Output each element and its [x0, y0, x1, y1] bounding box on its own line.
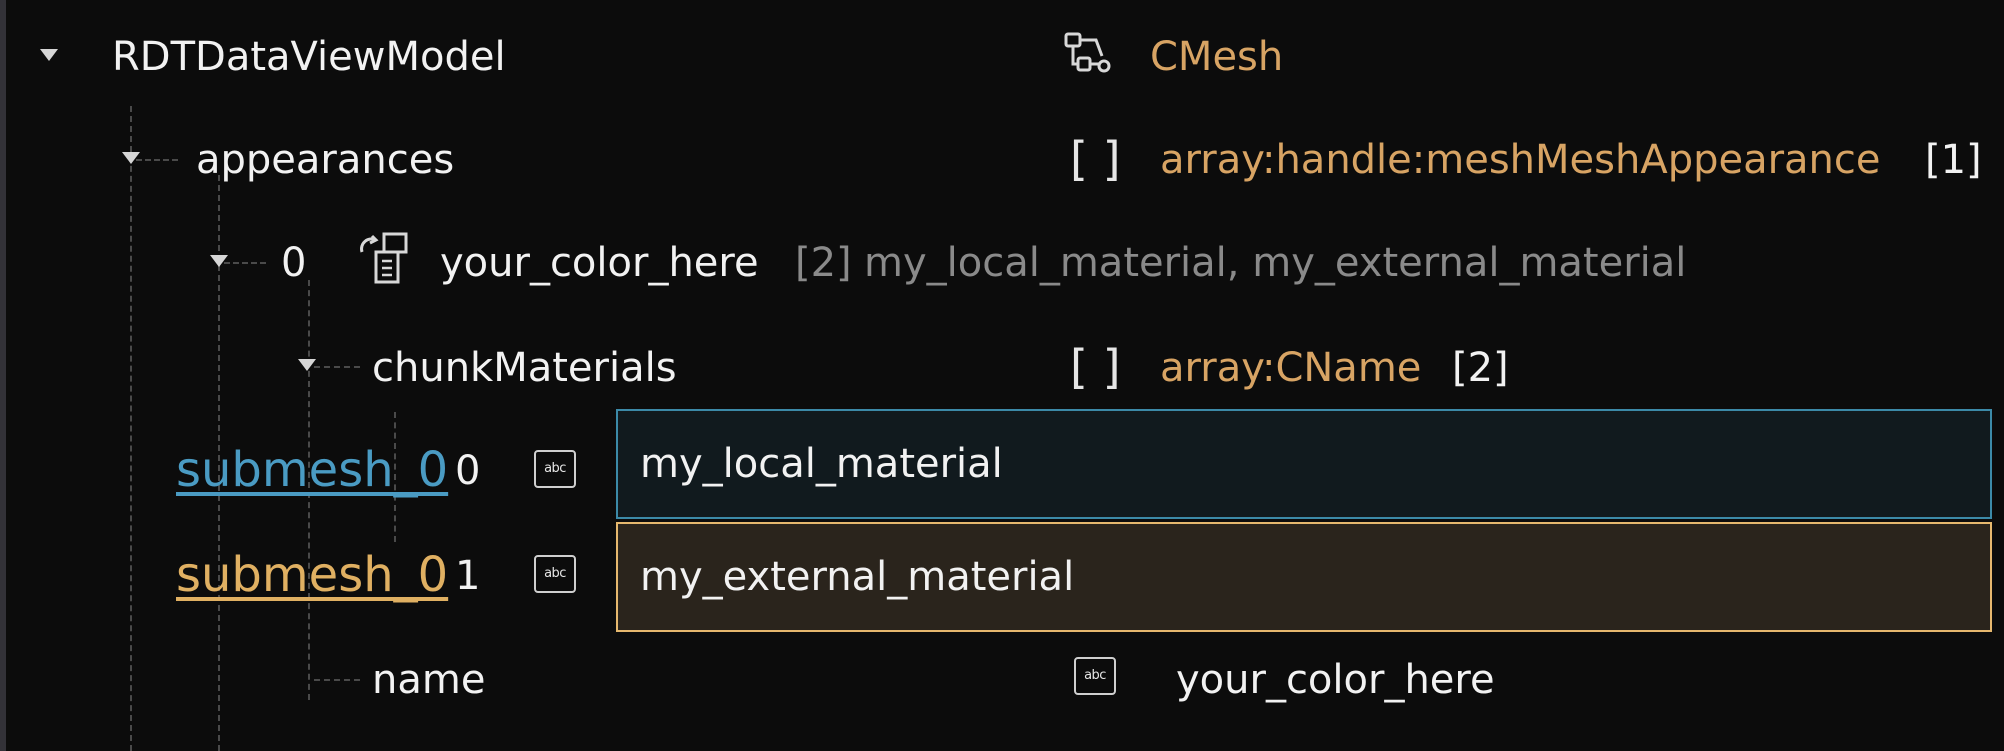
expand-arrow-icon[interactable] [122, 152, 140, 164]
abc-text-icon: abc [534, 450, 576, 488]
name-value[interactable]: your_color_here [1176, 660, 1495, 700]
chunk-item-value-field[interactable]: my_external_material [616, 522, 1992, 632]
expand-arrow-icon[interactable] [210, 255, 228, 267]
tree-guide-line [130, 106, 132, 751]
array-bracket-icon: [ ] [1070, 132, 1121, 186]
tree-guide-line [314, 366, 360, 368]
appearance-name: your_color_here [440, 240, 759, 286]
chunk-materials-count: [2] [1452, 345, 1509, 391]
chunk-item-index: 1 [455, 553, 481, 599]
appearance-index: 0 [281, 240, 307, 286]
root-type-label: CMesh [1150, 34, 1284, 80]
submesh-label: submesh_0 [176, 547, 449, 603]
root-label: RDTDataViewModel [112, 34, 506, 80]
expand-arrow-icon[interactable] [40, 49, 58, 61]
chunk-item-index: 0 [455, 448, 481, 494]
submesh-label: submesh_0 [176, 442, 449, 498]
tree-guide-line [136, 159, 178, 161]
expand-arrow-icon[interactable] [298, 359, 316, 371]
appearances-type-label: array:handle:meshMeshAppearance [1160, 137, 1881, 183]
property-tree-panel: RDTDataViewModel CMesh appearances [ ] a… [6, 0, 2004, 751]
tree-guide-line [224, 262, 266, 264]
chunk-item-value-field[interactable]: my_local_material [616, 409, 1992, 519]
chunk-materials-type-label: array:CName [1160, 345, 1422, 391]
appearances-label: appearances [196, 137, 455, 183]
abc-text-icon: abc [1074, 657, 1116, 695]
name-label: name [372, 657, 486, 703]
appearance-count: [2] [795, 240, 852, 286]
appearances-count: [1] [1925, 137, 1982, 183]
array-bracket-icon: [ ] [1070, 340, 1121, 394]
chunk-materials-label: chunkMaterials [372, 345, 677, 391]
appearance-switch-icon [360, 232, 408, 284]
window-frame: RDTDataViewModel CMesh appearances [ ] a… [0, 0, 2004, 751]
tree-guide-line [314, 679, 360, 681]
appearance-summary: my_local_material, my_external_material [864, 240, 1687, 286]
mesh-nodes-icon [1064, 32, 1111, 73]
abc-text-icon: abc [534, 555, 576, 593]
